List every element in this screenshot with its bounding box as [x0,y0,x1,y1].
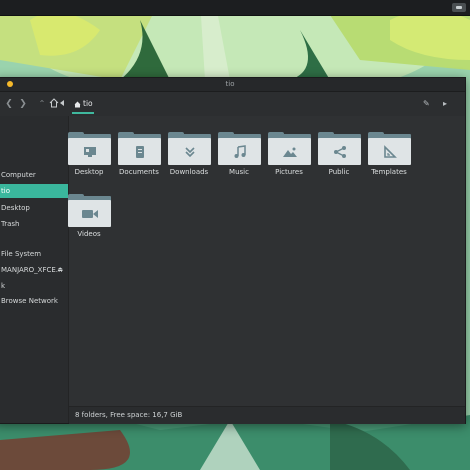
picture-icon [268,132,311,165]
folder-name: Desktop [74,168,104,176]
desktop-icon [68,132,111,165]
download-icon [168,132,211,165]
folder-pictures[interactable]: Pictures [264,122,314,176]
folder-name: Pictures [275,168,303,176]
pencil-icon[interactable]: ✎ [423,99,430,108]
sidebar-item-browse-network[interactable]: Browse Network [0,294,68,308]
toolbar: ❮ ❯ ⌃ tio ✎ ▸ [0,92,465,117]
folder-templates[interactable]: Templates [364,122,414,176]
folder-videos[interactable]: Videos [64,184,114,238]
folder-documents[interactable]: Documents [114,122,164,176]
sidebar-item-manjaro-drive[interactable]: MANJARO_XFCE... ⏏ [0,263,68,277]
sidebar-item-desktop[interactable]: Desktop [0,201,68,215]
status-bar: 8 folders, Free space: 16,7 GiB [69,406,465,424]
eject-icon[interactable]: ⏏ [57,263,63,277]
folder-name: Downloads [169,168,209,176]
sidebar: Computer tio Desktop Trash File System M… [0,116,69,423]
folder-public[interactable]: Public [314,122,364,176]
sidebar-item-file-system[interactable]: File System [0,247,68,261]
music-icon [218,132,261,165]
up-icon[interactable]: ⌃ [36,98,48,110]
sidebar-item-trash[interactable]: Trash [0,217,68,231]
template-icon [368,132,411,165]
home-small-icon [74,101,81,107]
sidebar-item-home[interactable]: tio [0,184,68,198]
folder-name: Documents [119,168,159,176]
sidebar-item-computer[interactable]: Computer [0,168,68,182]
breadcrumb-scroll-left-icon[interactable] [60,100,64,106]
breadcrumb-scroll-right-icon[interactable]: ▸ [443,99,447,108]
folder-name: Public [328,168,350,176]
top-panel [0,0,470,16]
breadcrumb-active-indicator [72,112,94,114]
folder-name: Templates [371,168,407,176]
folder-downloads[interactable]: Downloads [164,122,214,176]
folder-desktop[interactable]: Desktop [64,122,114,176]
window-title: tio [225,80,235,88]
titlebar[interactable]: tio [0,78,465,92]
home-button[interactable] [48,98,60,110]
share-icon [318,132,361,165]
home-icon [49,98,59,108]
folder-name: Music [229,168,249,176]
video-icon [68,194,111,227]
forward-icon[interactable]: ❯ [17,98,29,110]
breadcrumb-tio[interactable]: tio [72,98,95,110]
keyboard-icon[interactable] [452,3,466,12]
folder-view: Desktop Documents Downloads Music Pictur… [68,116,465,423]
document-icon [118,132,161,165]
sidebar-item-k[interactable]: k [0,279,68,293]
folder-music[interactable]: Music [214,122,264,176]
folder-name: Videos [77,230,101,238]
file-manager-window: tio ❮ ❯ ⌃ tio ✎ ▸ Computer tio Desktop T… [0,77,466,424]
back-icon[interactable]: ❮ [3,98,15,110]
breadcrumb-label: tio [83,99,93,108]
